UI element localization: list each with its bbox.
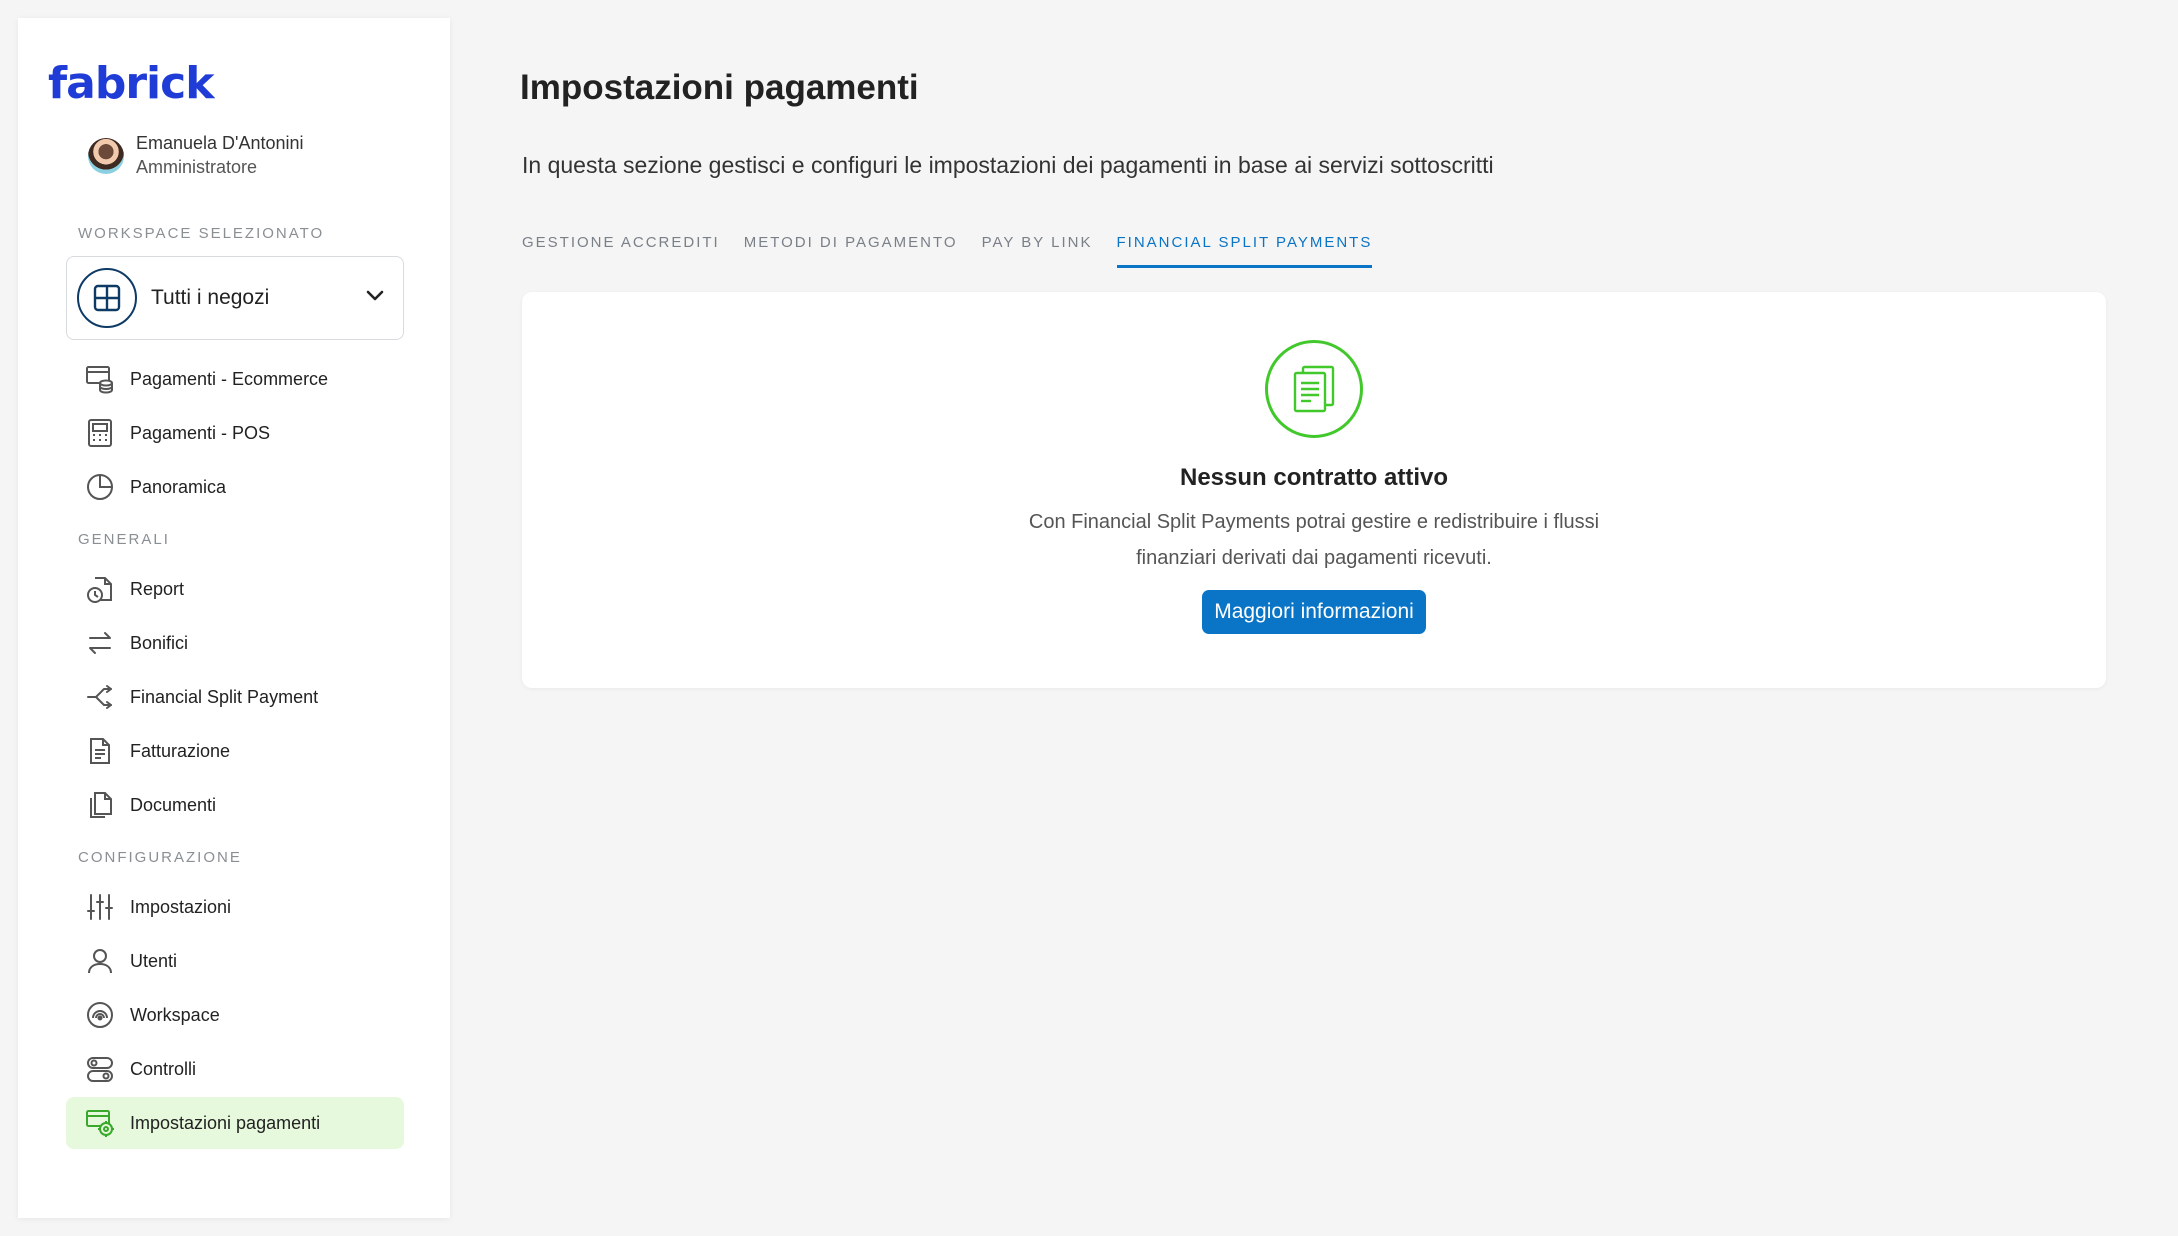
sidebar-item-label: Documenti <box>130 794 217 815</box>
tab-financial-split-payments[interactable]: FINANCIAL SPLIT PAYMENTS <box>1116 234 1373 268</box>
sidebar-item-label: Pagamenti - Ecommerce <box>130 368 329 389</box>
sidebar-item-financial-split-payment[interactable]: Financial Split Payment <box>66 671 404 723</box>
main-content: Impostazioni pagamenti In questa sezione… <box>450 0 2178 1236</box>
sidebar-item-label: Impostazioni pagamenti <box>130 1112 321 1133</box>
sidebar-item-label: Controlli <box>130 1058 197 1079</box>
page-title: Impostazioni pagamenti <box>520 68 919 107</box>
app: fabrick Emanuela D'Antonini Amministrato… <box>0 0 2178 1236</box>
sidebar-item-label: Bonifici <box>130 632 189 653</box>
sidebar-item-label: Fatturazione <box>130 740 231 761</box>
document-icon <box>1265 340 1363 438</box>
sidebar-item-label: Pagamenti - POS <box>130 422 271 443</box>
sidebar-item-label: Panoramica <box>130 476 227 497</box>
page-description: In questa sezione gestisci e configuri l… <box>522 152 1494 178</box>
workspace-select-value: Tutti i negozi <box>151 286 270 309</box>
sidebar-item-report[interactable]: Report <box>66 563 404 615</box>
sidebar: fabrick Emanuela D'Antonini Amministrato… <box>18 18 450 1218</box>
payment-settings-icon <box>84 1107 116 1139</box>
ecommerce-payments-icon <box>84 363 116 395</box>
user-name: Emanuela D'Antonini <box>136 133 304 153</box>
user-role: Amministratore <box>136 157 258 177</box>
tab-metodi-di-pagamento[interactable]: METODI DI PAGAMENTO <box>744 234 958 268</box>
sidebar-item-bonifici[interactable]: Bonifici <box>66 617 404 669</box>
sidebar-item-utenti[interactable]: Utenti <box>66 935 404 987</box>
sliders-icon <box>84 891 116 923</box>
split-icon <box>84 681 116 713</box>
avatar <box>88 138 124 174</box>
store-grid-icon <box>77 268 137 328</box>
sidebar-item-label: Workspace <box>130 1004 220 1025</box>
sidebar-item-label: Impostazioni <box>130 896 232 917</box>
sidebar-item-fatturazione[interactable]: Fatturazione <box>66 725 404 777</box>
more-info-button[interactable]: Maggiori informazioni <box>1202 590 1426 634</box>
configurazione-section-label: CONFIGURAZIONE <box>78 849 242 866</box>
sidebar-item-panoramica[interactable]: Panoramica <box>66 461 404 513</box>
toggles-icon <box>84 1053 116 1085</box>
sidebar-item-pagamenti-ecommerce[interactable]: Pagamenti - Ecommerce <box>66 353 404 405</box>
user-info: Emanuela D'Antonini Amministratore <box>136 131 304 179</box>
fabrick-logo[interactable]: fabrick <box>48 58 214 109</box>
empty-state-title: Nessun contratto attivo <box>1179 464 1449 491</box>
pos-icon <box>84 417 116 449</box>
generali-section-label: GENERALI <box>78 531 170 548</box>
user-icon <box>84 945 116 977</box>
sidebar-item-label: Financial Split Payment <box>130 686 319 707</box>
pie-chart-icon <box>84 471 116 503</box>
transfer-arrows-icon <box>84 627 116 659</box>
tab-gestione-accrediti[interactable]: GESTIONE ACCREDITI <box>522 234 720 268</box>
invoice-icon <box>84 735 116 767</box>
sidebar-item-pagamenti-pos[interactable]: Pagamenti - POS <box>66 407 404 459</box>
sidebar-item-workspace[interactable]: Workspace <box>66 989 404 1041</box>
tab-pay-by-link[interactable]: PAY BY LINK <box>982 234 1093 268</box>
documents-icon <box>84 789 116 821</box>
user-profile[interactable]: Emanuela D'Antonini Amministratore <box>88 131 304 179</box>
workspace-section-label: WORKSPACE SELEZIONATO <box>78 225 325 242</box>
sidebar-item-label: Utenti <box>130 950 178 971</box>
workspace-icon <box>84 999 116 1031</box>
sidebar-item-label: Report <box>130 578 185 599</box>
empty-state-card: Nessun contratto attivo Con Financial Sp… <box>522 292 2106 688</box>
report-icon <box>84 573 116 605</box>
workspace-select[interactable]: Tutti i negozi <box>66 256 404 340</box>
sidebar-item-impostazioni-pagamenti[interactable]: Impostazioni pagamenti <box>66 1097 404 1149</box>
sidebar-item-impostazioni[interactable]: Impostazioni <box>66 881 404 933</box>
tab-bar: GESTIONE ACCREDITI METODI DI PAGAMENTO P… <box>522 234 1396 268</box>
empty-state-description: Con Financial Split Payments potrai gest… <box>1028 511 1600 569</box>
sidebar-item-documenti[interactable]: Documenti <box>66 779 404 831</box>
chevron-down-icon <box>365 289 385 308</box>
sidebar-item-controlli[interactable]: Controlli <box>66 1043 404 1095</box>
